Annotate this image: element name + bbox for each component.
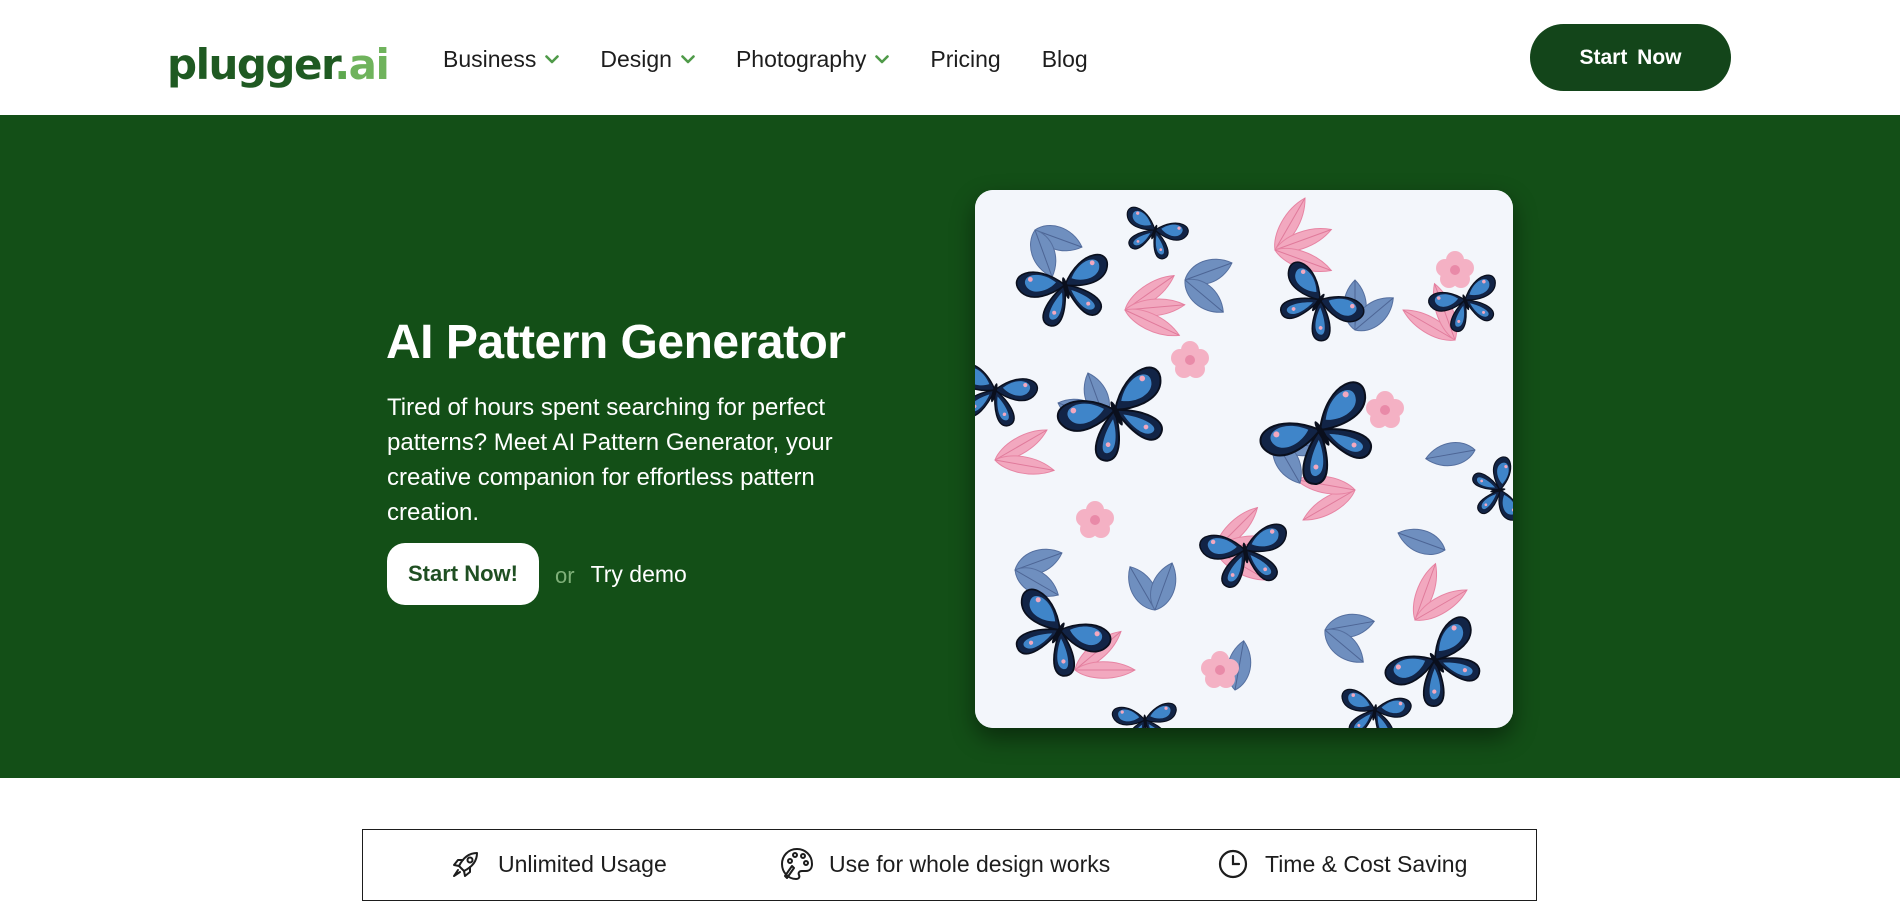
nav-item-pricing[interactable]: Pricing <box>930 38 1000 80</box>
hero-description: Tired of hours spent searching for perfe… <box>387 394 833 526</box>
start-now-button[interactable]: Start Now <box>1530 24 1731 91</box>
nav-item-label: Business <box>443 45 537 72</box>
main-nav: Business Design Photography Pricing Blog <box>443 38 1088 80</box>
nav-item-label: Design <box>600 45 672 72</box>
pattern-preview-image <box>975 190 1513 728</box>
clock-icon <box>1215 846 1251 882</box>
nav-item-label: Blog <box>1041 45 1088 72</box>
feature-unlimited-usage: Unlimited Usage <box>448 830 667 898</box>
site-header: plugger.ai Business Design Photography P… <box>0 0 1900 115</box>
nav-item-photography[interactable]: Photography <box>735 38 890 80</box>
features-bar: Unlimited Usage Use for whole design wor… <box>362 829 1537 901</box>
chevron-down-icon <box>545 52 560 66</box>
try-demo-link[interactable]: Try demo <box>591 561 687 588</box>
nav-item-label: Photography <box>735 45 867 72</box>
nav-item-blog[interactable]: Blog <box>1042 38 1088 80</box>
start-now-cta-button[interactable]: Start Now! <box>387 543 539 605</box>
logo-text: plugger.ai <box>167 40 390 89</box>
feature-label: Time & Cost Saving <box>1265 850 1468 877</box>
nav-item-label: Pricing <box>930 45 1001 72</box>
hero-section: AI Pattern Generator Tired of hours spen… <box>0 115 1900 778</box>
chevron-down-icon <box>681 52 695 66</box>
feature-label: Use for whole design works <box>829 850 1111 877</box>
nav-item-business[interactable]: Business <box>443 38 560 80</box>
chevron-down-icon <box>875 52 890 66</box>
logo[interactable]: plugger.ai <box>167 30 390 89</box>
nav-item-design[interactable]: Design <box>600 38 695 80</box>
feature-design-works: Use for whole design works <box>779 830 1110 898</box>
feature-time-cost-saving: Time & Cost Saving <box>1215 830 1467 898</box>
hero-cta-group: Start Now! or Try demo <box>387 543 687 605</box>
rocket-icon <box>448 846 484 882</box>
hero-title: AI Pattern Generator <box>386 316 846 369</box>
palette-icon <box>779 846 815 882</box>
feature-label: Unlimited Usage <box>498 850 667 877</box>
cta-separator: or <box>555 563 575 588</box>
